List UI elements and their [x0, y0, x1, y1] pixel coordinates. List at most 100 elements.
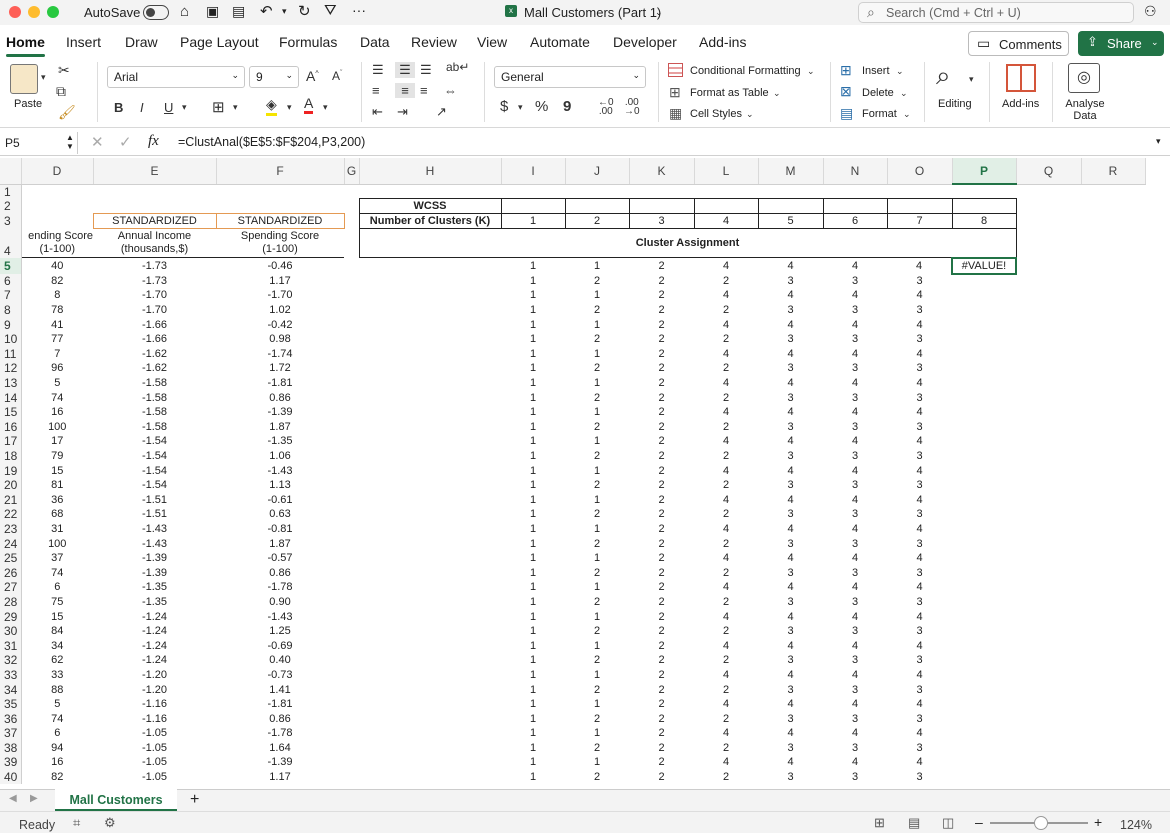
- cluster-cell[interactable]: 1: [501, 347, 565, 362]
- cell[interactable]: [344, 434, 359, 449]
- column-header[interactable]: L: [694, 158, 759, 185]
- cell[interactable]: [952, 332, 1016, 347]
- wcss-label[interactable]: WCSS: [358, 198, 502, 215]
- decrease-indent-icon[interactable]: ⇤: [372, 104, 383, 120]
- tab-add-ins[interactable]: Add-ins: [699, 34, 746, 50]
- function-icon[interactable]: fx: [148, 133, 159, 150]
- cluster-cell[interactable]: 3: [758, 711, 823, 726]
- cell[interactable]: [952, 741, 1016, 756]
- cell[interactable]: [952, 478, 1016, 493]
- cluster-cell[interactable]: 1: [501, 420, 565, 435]
- name-box[interactable]: P5 ▲ ▼: [0, 132, 78, 154]
- cluster-cell[interactable]: 1: [501, 741, 565, 756]
- cell[interactable]: [344, 420, 359, 435]
- cluster-cell[interactable]: 4: [758, 638, 823, 653]
- cell[interactable]: [359, 682, 501, 697]
- spending-score-cell[interactable]: 37: [21, 551, 93, 566]
- cluster-cell[interactable]: 4: [694, 376, 758, 391]
- cluster-cell[interactable]: 1: [501, 361, 565, 376]
- cluster-cell[interactable]: 2: [629, 624, 694, 639]
- more-icon[interactable]: ···: [352, 2, 366, 18]
- cluster-cell[interactable]: 4: [823, 551, 887, 566]
- cluster-cell[interactable]: 1: [501, 697, 565, 712]
- chevron-down-icon[interactable]: ▾: [518, 102, 523, 113]
- std-spending-cell[interactable]: -1.81: [216, 376, 344, 391]
- cell[interactable]: [952, 361, 1016, 376]
- cluster-cell[interactable]: 4: [758, 580, 823, 595]
- number-format-select[interactable]: General ⌄: [494, 66, 646, 88]
- cluster-cell[interactable]: 4: [823, 347, 887, 362]
- cell[interactable]: [359, 595, 501, 610]
- document-title[interactable]: Mall Customers (Part 1): [524, 5, 661, 20]
- cluster-cell[interactable]: 2: [694, 565, 758, 580]
- cluster-cell[interactable]: 4: [694, 697, 758, 712]
- column-header[interactable]: E: [93, 158, 217, 185]
- cell[interactable]: [1081, 376, 1145, 391]
- zoom-level[interactable]: 124%: [1120, 818, 1152, 832]
- column-header[interactable]: N: [823, 158, 888, 185]
- cluster-cell[interactable]: 2: [629, 332, 694, 347]
- cell[interactable]: [952, 565, 1016, 580]
- row-header[interactable]: 25: [0, 550, 22, 566]
- cluster-cell[interactable]: 4: [887, 522, 952, 537]
- cell[interactable]: [1016, 493, 1081, 508]
- cluster-cell[interactable]: 3: [823, 274, 887, 289]
- tab-home[interactable]: Home: [6, 34, 45, 57]
- cell[interactable]: [359, 711, 501, 726]
- percent-button[interactable]: %: [535, 98, 548, 115]
- cell[interactable]: [952, 711, 1016, 726]
- column-header[interactable]: O: [887, 158, 953, 185]
- cluster-cell[interactable]: 4: [758, 609, 823, 624]
- std-spending-cell[interactable]: 1.72: [216, 361, 344, 376]
- cell[interactable]: [1081, 493, 1145, 508]
- cluster-cell[interactable]: 1: [565, 609, 629, 624]
- cell[interactable]: [359, 668, 501, 683]
- cell[interactable]: [1016, 214, 1145, 229]
- italic-button[interactable]: I: [140, 100, 144, 115]
- cell[interactable]: [344, 376, 359, 391]
- std-income-cell[interactable]: -1.51: [93, 507, 216, 522]
- cell[interactable]: [952, 434, 1016, 449]
- std-spending-cell[interactable]: 0.90: [216, 595, 344, 610]
- chevron-down-icon[interactable]: ▾: [41, 72, 46, 83]
- cluster-cell[interactable]: 4: [758, 522, 823, 537]
- cluster-cell[interactable]: 3: [823, 449, 887, 464]
- cluster-cell[interactable]: 4: [694, 609, 758, 624]
- spending-score-cell[interactable]: 8: [21, 288, 93, 303]
- cluster-cell[interactable]: 2: [629, 274, 694, 289]
- align-left-icon[interactable]: ≡: [372, 83, 380, 98]
- account-icon[interactable]: ⚇: [1144, 3, 1157, 20]
- cluster-cell[interactable]: 2: [629, 741, 694, 756]
- cell[interactable]: [21, 184, 1145, 199]
- cell[interactable]: [564, 198, 630, 215]
- cell[interactable]: [1081, 274, 1145, 289]
- cluster-cell[interactable]: 3: [823, 653, 887, 668]
- cluster-cell[interactable]: 2: [565, 536, 629, 551]
- cluster-cell[interactable]: 1: [565, 638, 629, 653]
- cluster-cell[interactable]: 3: [823, 536, 887, 551]
- cluster-cell[interactable]: 2: [565, 565, 629, 580]
- cell[interactable]: [359, 288, 501, 303]
- borders-icon[interactable]: ⊞: [212, 98, 225, 116]
- normal-view-icon[interactable]: ⊞: [874, 815, 885, 831]
- cell[interactable]: [886, 198, 953, 215]
- cluster-cell[interactable]: 2: [629, 288, 694, 303]
- cell[interactable]: [1016, 755, 1081, 770]
- save-icon[interactable]: ▣: [206, 3, 219, 20]
- row-header[interactable]: 27: [0, 580, 22, 595]
- cluster-cell[interactable]: 4: [887, 347, 952, 362]
- row-header[interactable]: 12: [0, 361, 22, 376]
- cell[interactable]: [359, 478, 501, 493]
- cell[interactable]: [344, 274, 359, 289]
- cell[interactable]: [1081, 668, 1145, 683]
- std-spending-cell[interactable]: 0.86: [216, 565, 344, 580]
- cancel-icon[interactable]: ✕: [91, 133, 104, 151]
- cell[interactable]: [952, 405, 1016, 420]
- row-header[interactable]: 33: [0, 667, 22, 683]
- search-box[interactable]: ⌕ Search (Cmd + Ctrl + U): [858, 2, 1134, 23]
- cluster-cell[interactable]: 4: [823, 405, 887, 420]
- k-value[interactable]: 2: [564, 213, 630, 230]
- cluster-cell[interactable]: 2: [629, 711, 694, 726]
- std-income-cell[interactable]: -1.54: [93, 463, 216, 478]
- cluster-cell[interactable]: 3: [758, 420, 823, 435]
